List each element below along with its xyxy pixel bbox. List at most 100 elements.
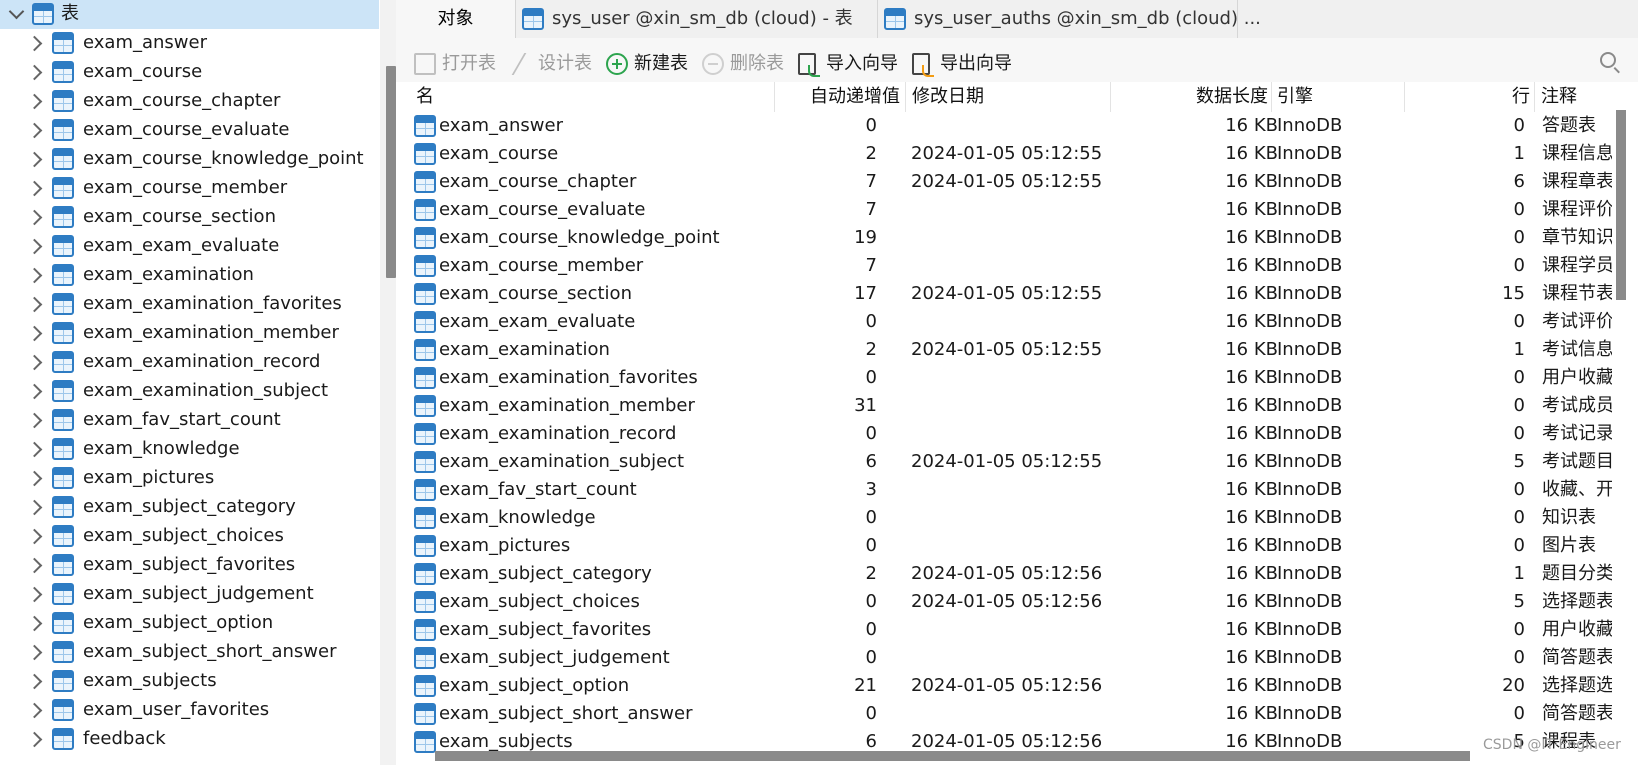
- tree-item-table[interactable]: exam_answer: [0, 29, 372, 58]
- table-row[interactable]: exam_subject_option 21 2024-01-05 05:12:56…: [411, 672, 1612, 700]
- chevron-right-icon[interactable]: [26, 122, 43, 139]
- chevron-right-icon[interactable]: [26, 64, 43, 81]
- tree-item-table[interactable]: exam_subject_favorites: [0, 551, 372, 580]
- chevron-right-icon[interactable]: [26, 238, 43, 255]
- chevron-right-icon[interactable]: [26, 209, 43, 226]
- tree-item-table[interactable]: exam_subject_choices: [0, 522, 372, 551]
- header-engine[interactable]: 引擎: [1277, 82, 1313, 112]
- table-row[interactable]: exam_exam_evaluate 0 16 KB InnoDB 0 考试评价: [411, 308, 1612, 336]
- table-row[interactable]: exam_answer 0 16 KB InnoDB 0 答题表: [411, 112, 1611, 140]
- tree-item-table[interactable]: exam_examination_record: [0, 348, 372, 377]
- header-divider[interactable]: [1404, 82, 1405, 112]
- tree-item-table[interactable]: exam_fav_start_count: [0, 406, 372, 435]
- table-row[interactable]: exam_course_member 7 16 KB InnoDB 0 课程学员: [411, 252, 1612, 280]
- tree-item-table[interactable]: exam_course_member: [0, 174, 372, 203]
- table-row[interactable]: exam_subject_judgement 0 16 KB InnoDB 0 简答题表: [411, 644, 1612, 672]
- tree-item-table[interactable]: exam_user_favorites: [0, 696, 372, 725]
- table-row[interactable]: exam_course_chapter 7 2024-01-05 05:12:55 1…: [411, 168, 1612, 196]
- chevron-down-icon[interactable]: [8, 3, 25, 20]
- chevron-right-icon[interactable]: [26, 557, 43, 574]
- header-divider[interactable]: [1271, 82, 1272, 112]
- chevron-right-icon[interactable]: [26, 528, 43, 545]
- chevron-right-icon[interactable]: [26, 731, 43, 748]
- tree-item-table[interactable]: exam_subject_judgement: [0, 580, 372, 609]
- table-row[interactable]: exam_course_evaluate 7 16 KB InnoDB 0 课程评价: [411, 196, 1612, 224]
- header-modified-date[interactable]: 修改日期: [912, 82, 984, 112]
- grid-vertical-scrollbar-thumb[interactable]: [1616, 110, 1626, 300]
- chevron-right-icon[interactable]: [26, 354, 43, 371]
- chevron-right-icon[interactable]: [26, 383, 43, 400]
- design-table-button[interactable]: 设计表: [510, 50, 596, 78]
- tree-item-table[interactable]: exam_examination_favorites: [0, 290, 372, 319]
- chevron-right-icon[interactable]: [26, 151, 43, 168]
- new-table-button[interactable]: 新建表: [606, 50, 692, 78]
- tree-item-table[interactable]: exam_pictures: [0, 464, 372, 493]
- header-rows[interactable]: 行: [1500, 82, 1530, 112]
- table-row[interactable]: exam_examination_member 31 16 KB InnoDB 0 考试成…: [411, 392, 1612, 420]
- open-table-button[interactable]: 打开表: [414, 50, 500, 78]
- chevron-right-icon[interactable]: [26, 499, 43, 516]
- tree-item-table[interactable]: exam_examination_member: [0, 319, 372, 348]
- chevron-right-icon[interactable]: [26, 35, 43, 52]
- table-row[interactable]: exam_pictures 0 16 KB InnoDB 0 图片表: [411, 532, 1611, 560]
- table-row[interactable]: exam_course 2 2024-01-05 05:12:55 16 KB Inno…: [411, 140, 1612, 168]
- header-divider[interactable]: [1534, 82, 1535, 112]
- chevron-right-icon[interactable]: [26, 702, 43, 719]
- table-row[interactable]: exam_examination_favorites 0 16 KB InnoDB 0 用…: [411, 364, 1612, 392]
- table-row[interactable]: exam_course_section 17 2024-01-05 05:12:55…: [411, 280, 1612, 308]
- chevron-right-icon[interactable]: [26, 470, 43, 487]
- chevron-right-icon[interactable]: [26, 615, 43, 632]
- table-row[interactable]: exam_subject_choices 0 2024-01-05 05:12:56…: [411, 588, 1612, 616]
- tree-item-table[interactable]: exam_course_section: [0, 203, 372, 232]
- table-row[interactable]: exam_subject_short_answer 0 16 KB InnoDB 0 简答…: [411, 700, 1612, 728]
- tab-sys-user-auths[interactable]: sys_user_auths @xin_sm_db (cloud) ...: [878, 0, 1261, 38]
- chevron-right-icon[interactable]: [26, 296, 43, 313]
- tree-item-table[interactable]: exam_course_chapter: [0, 87, 372, 116]
- delete-table-button[interactable]: 删除表: [702, 50, 788, 78]
- chevron-right-icon[interactable]: [26, 93, 43, 110]
- chevron-right-icon[interactable]: [26, 586, 43, 603]
- header-divider[interactable]: [1110, 82, 1111, 112]
- chevron-right-icon[interactable]: [26, 267, 43, 284]
- tree-item-table[interactable]: exam_exam_evaluate: [0, 232, 372, 261]
- table-row[interactable]: exam_knowledge 0 16 KB InnoDB 0 知识表: [411, 504, 1611, 532]
- tree-item-table[interactable]: exam_course_knowledge_point: [0, 145, 372, 174]
- tree-item-table[interactable]: exam_subject_category: [0, 493, 372, 522]
- table-row[interactable]: exam_fav_start_count 3 16 KB InnoDB 0 收藏、开: [411, 476, 1612, 504]
- tree-item-table[interactable]: exam_course_evaluate: [0, 116, 372, 145]
- chevron-right-icon[interactable]: [26, 673, 43, 690]
- export-wizard-button[interactable]: 导出向导: [912, 50, 1016, 78]
- chevron-right-icon[interactable]: [26, 644, 43, 661]
- tab-sys-user[interactable]: sys_user @xin_sm_db (cloud) - 表: [516, 0, 878, 38]
- tree-item-table[interactable]: exam_subject_short_answer: [0, 638, 372, 667]
- chevron-right-icon[interactable]: [26, 441, 43, 458]
- header-comment[interactable]: 注释: [1541, 82, 1577, 112]
- import-wizard-button[interactable]: 导入向导: [798, 50, 902, 78]
- header-name[interactable]: 名: [416, 82, 434, 112]
- chevron-right-icon[interactable]: [26, 325, 43, 342]
- tree-item-table[interactable]: exam_knowledge: [0, 435, 372, 464]
- open-table-icon: [414, 53, 436, 75]
- header-data-length[interactable]: 数据长度: [1130, 82, 1268, 112]
- table-row[interactable]: exam_subject_favorites 0 16 KB InnoDB 0 用户收藏: [411, 616, 1612, 644]
- tree-item-table[interactable]: exam_examination: [0, 261, 372, 290]
- table-row[interactable]: exam_examination 2 2024-01-05 05:12:55 16 K…: [411, 336, 1612, 364]
- tree-item-table[interactable]: exam_subjects: [0, 667, 372, 696]
- tab-objects[interactable]: 对象: [396, 0, 516, 38]
- table-row[interactable]: exam_examination_subject 6 2024-01-05 05:1…: [411, 448, 1612, 476]
- header-auto-increment[interactable]: 自动递增值: [772, 82, 900, 112]
- header-divider[interactable]: [905, 82, 906, 112]
- chevron-right-icon[interactable]: [26, 412, 43, 429]
- table-row[interactable]: exam_examination_record 0 16 KB InnoDB 0 考试记录: [411, 420, 1612, 448]
- chevron-right-icon[interactable]: [26, 180, 43, 197]
- tree-item-table[interactable]: exam_course: [0, 58, 372, 87]
- table-row[interactable]: exam_subject_category 2 2024-01-05 05:12:5…: [411, 560, 1612, 588]
- table-row[interactable]: exam_course_knowledge_point 19 16 KB InnoDB…: [411, 224, 1612, 252]
- tree-item-table[interactable]: exam_subject_option: [0, 609, 372, 638]
- tree-root-tables[interactable]: 表: [0, 0, 379, 29]
- tree-item-table[interactable]: exam_examination_subject: [0, 377, 372, 406]
- grid-horizontal-scrollbar-thumb[interactable]: [435, 751, 1470, 761]
- tree-item-table[interactable]: feedback: [0, 725, 372, 754]
- search-icon[interactable]: [1600, 52, 1616, 68]
- sidebar-scrollbar-thumb[interactable]: [386, 66, 396, 278]
